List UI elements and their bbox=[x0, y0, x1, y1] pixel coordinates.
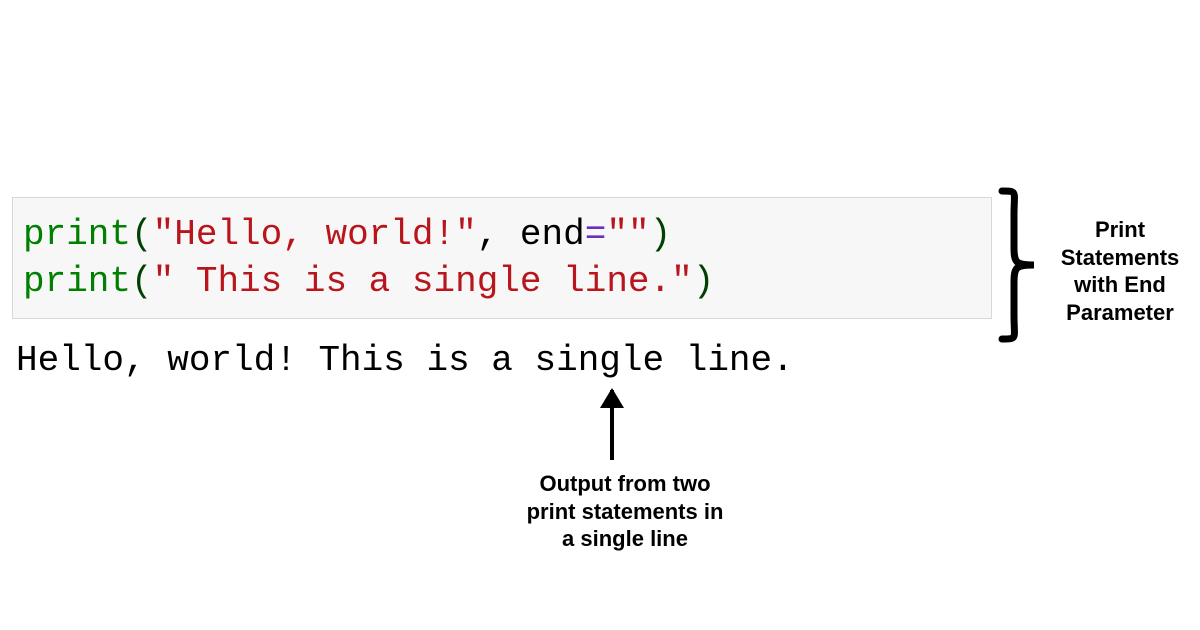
code-token-string: "" bbox=[606, 214, 649, 255]
output-text: Hello, world! This is a single line. bbox=[16, 340, 794, 381]
code-token-string: "Hello, world!" bbox=[153, 214, 477, 255]
annotation-right: Print Statements with End Parameter bbox=[1050, 216, 1190, 326]
code-token-paren: ) bbox=[693, 261, 715, 302]
code-token-paren: ) bbox=[650, 214, 672, 255]
code-token-operator: = bbox=[585, 214, 607, 255]
code-token-function: print bbox=[23, 214, 131, 255]
code-token-comma: , bbox=[477, 214, 520, 255]
arrow-up-icon bbox=[610, 390, 614, 460]
code-token-paren: ( bbox=[131, 214, 153, 255]
code-token-paren: ( bbox=[131, 261, 153, 302]
annotation-bottom: Output from two print statements in a si… bbox=[520, 470, 730, 553]
code-block: print("Hello, world!", end="") print(" T… bbox=[12, 197, 992, 319]
code-token-function: print bbox=[23, 261, 131, 302]
code-token-string: " This is a single line." bbox=[153, 261, 693, 302]
curly-brace-icon bbox=[996, 185, 1040, 345]
code-token-keyword: end bbox=[520, 214, 585, 255]
